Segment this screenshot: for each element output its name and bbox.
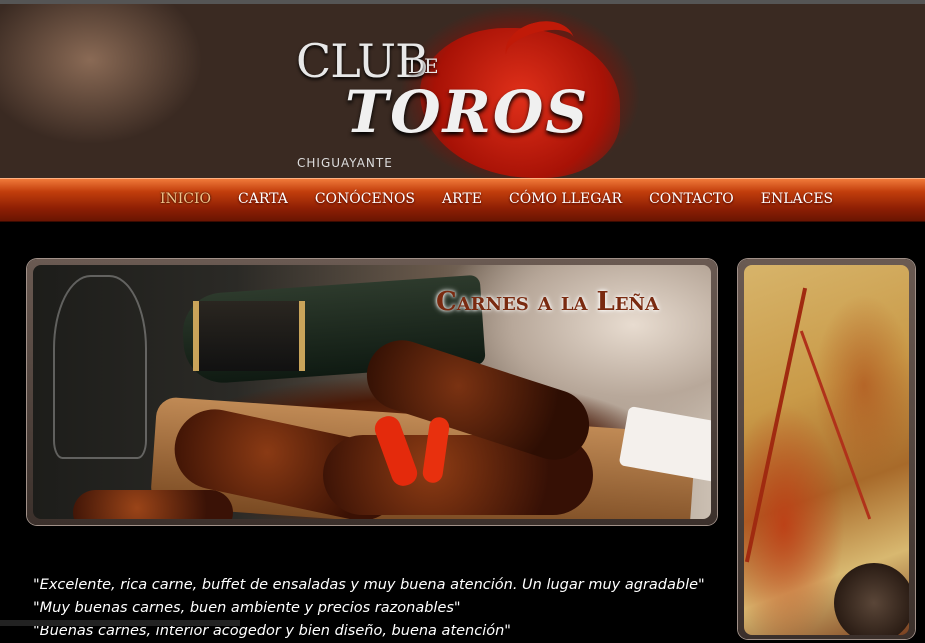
logo-toros-text[interactable]: TOROS bbox=[345, 78, 589, 146]
status-bar bbox=[0, 620, 240, 626]
testimonial-quote: "Muy buenas carnes, buen ambiente y prec… bbox=[33, 600, 461, 616]
logo-city-text: CHIGUAYANTE bbox=[297, 156, 393, 170]
nav-item-inicio[interactable]: INICIO bbox=[160, 191, 211, 207]
hero-image: Carnes a la Leña bbox=[33, 265, 711, 519]
nav-item-conocenos[interactable]: CONÓCENOS bbox=[315, 191, 415, 207]
top-border bbox=[0, 0, 925, 4]
side-image-frame bbox=[738, 259, 915, 639]
bottle-label-icon bbox=[193, 301, 305, 371]
nav-item-como-llegar[interactable]: CÓMO LLEGAR bbox=[509, 191, 622, 207]
main-navigation: INICIO CARTA CONÓCENOS ARTE CÓMO LLEGAR … bbox=[0, 178, 925, 222]
side-decor-image bbox=[744, 265, 909, 635]
logo-de-text: DE bbox=[408, 54, 439, 78]
nav-item-arte[interactable]: ARTE bbox=[442, 191, 482, 207]
nav-item-contacto[interactable]: CONTACTO bbox=[649, 191, 734, 207]
texture-crack bbox=[744, 287, 808, 563]
testimonial-quote: "Excelente, rica carne, buffet de ensala… bbox=[33, 577, 705, 593]
testimonials: "Excelente, rica carne, buffet de ensala… bbox=[33, 574, 733, 643]
grilled-meat-icon bbox=[73, 490, 233, 519]
nav-item-enlaces[interactable]: ENLACES bbox=[761, 191, 833, 207]
hero-caption: Carnes a la Leña bbox=[436, 287, 659, 317]
nav-item-carta[interactable]: CARTA bbox=[238, 191, 288, 207]
site-header: CLUB DE TOROS CHIGUAYANTE bbox=[0, 0, 925, 178]
texture-crack bbox=[799, 330, 872, 520]
hero-image-frame: Carnes a la Leña bbox=[27, 259, 717, 525]
clay-pot-icon bbox=[834, 563, 909, 635]
wine-glass-icon bbox=[53, 275, 147, 459]
